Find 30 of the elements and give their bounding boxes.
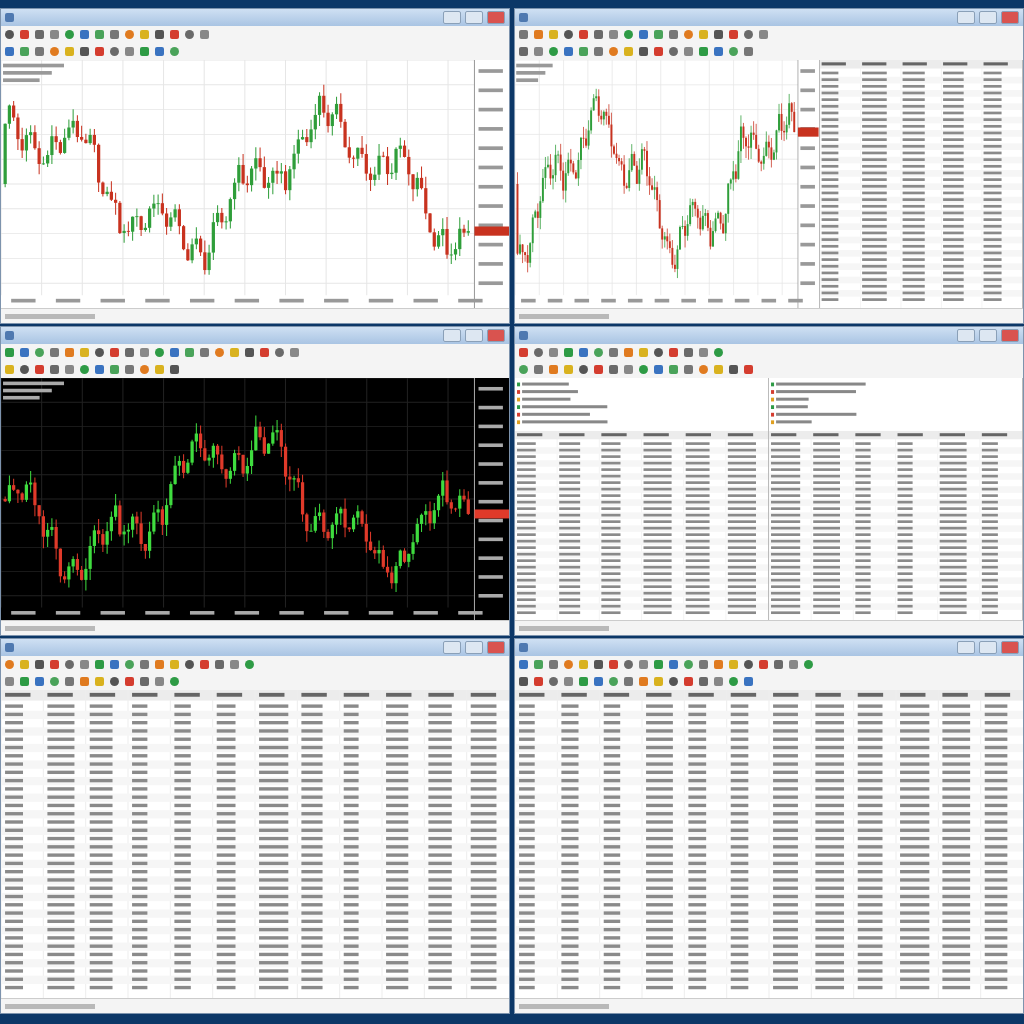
price-tag — [474, 226, 509, 236]
chart-legend-drawing — [3, 63, 64, 83]
close-button[interactable] — [1001, 329, 1019, 342]
minimize-button[interactable] — [957, 329, 975, 342]
maximize-button[interactable] — [979, 641, 997, 654]
minimize-button[interactable] — [957, 11, 975, 24]
minimize-button[interactable] — [443, 329, 461, 342]
window-icon — [519, 13, 528, 22]
maximize-button[interactable] — [465, 329, 483, 342]
minimize-button[interactable] — [957, 641, 975, 654]
chart-legend-drawing — [516, 63, 553, 83]
price-tag — [797, 127, 819, 137]
maximize-button[interactable] — [979, 11, 997, 24]
maximize-button[interactable] — [979, 329, 997, 342]
close-button[interactable] — [487, 11, 505, 24]
close-button[interactable] — [487, 329, 505, 342]
window-icon — [5, 331, 14, 340]
chart-legend-drawing — [3, 381, 64, 400]
minimize-button[interactable] — [443, 641, 461, 654]
window-icon — [5, 13, 14, 22]
minimize-button[interactable] — [443, 11, 461, 24]
price-tag — [474, 509, 509, 519]
window-icon — [5, 643, 14, 652]
close-button[interactable] — [1001, 11, 1019, 24]
window-icon — [519, 331, 528, 340]
close-button[interactable] — [487, 641, 505, 654]
window-icon — [519, 643, 528, 652]
close-button[interactable] — [1001, 641, 1019, 654]
maximize-button[interactable] — [465, 641, 483, 654]
maximize-button[interactable] — [465, 11, 483, 24]
